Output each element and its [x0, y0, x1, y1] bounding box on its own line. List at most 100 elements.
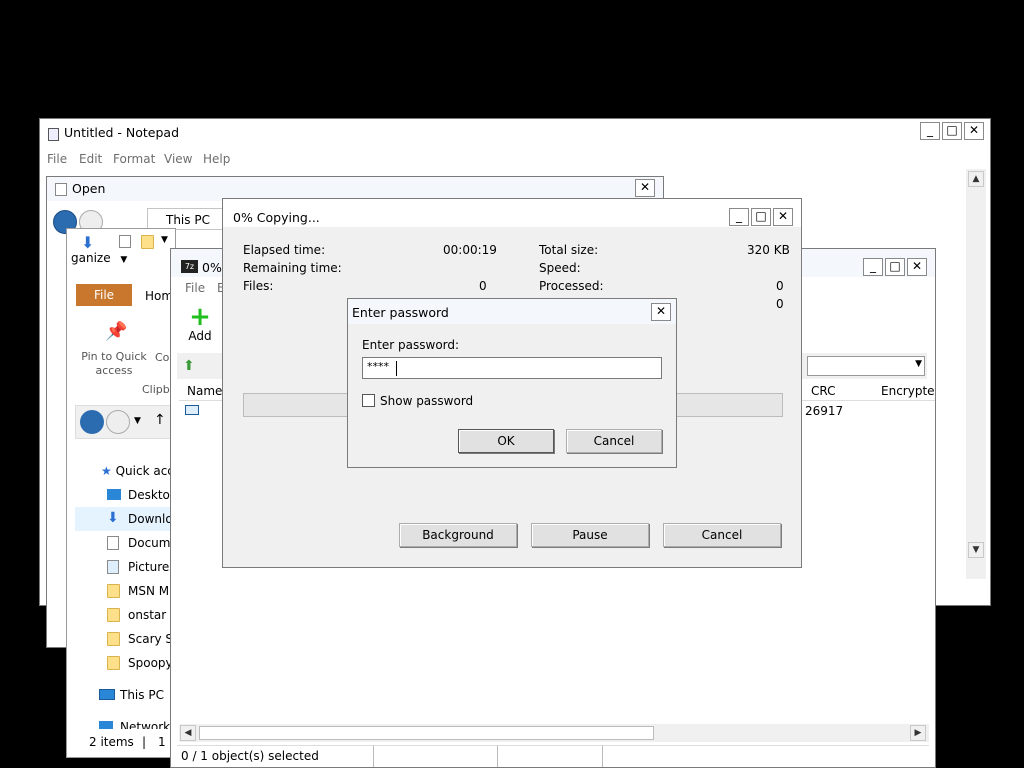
ribbon-tab-file[interactable]: File — [76, 284, 132, 306]
sevenzip-logo-icon: 7z — [181, 260, 198, 273]
elapsed-label: Elapsed time: — [243, 243, 326, 257]
nav-item-onstar[interactable]: onstar — [107, 608, 166, 622]
folder-up-icon[interactable]: ⬆ — [183, 358, 195, 374]
organize-menu[interactable]: ganize ▼ — [71, 251, 127, 265]
sevenzip-horizontal-scrollbar[interactable]: ◀ ▶ — [179, 724, 929, 742]
menu-view[interactable]: View — [164, 152, 192, 166]
copying-title: 0% Copying... — [233, 210, 320, 225]
status-selection-text: 0 / 1 object(s) selected — [181, 749, 319, 763]
column-encrypted[interactable]: Encrypte — [881, 384, 935, 398]
address-text: This PC — [166, 213, 210, 227]
scroll-left-icon[interactable]: ◀ — [180, 725, 196, 741]
scroll-up-icon[interactable]: ▲ — [968, 171, 984, 187]
copying-cancel-button[interactable]: Cancel — [663, 523, 781, 547]
scroll-thumb[interactable] — [199, 726, 654, 740]
password-titlebar: Enter password ✕ — [348, 299, 676, 324]
sevenzip-close-button[interactable]: ✕ — [907, 258, 927, 276]
status-divider: | — [142, 735, 147, 749]
total-size-value: 320 KB — [747, 243, 790, 257]
pin-label: Pin to Quick access — [81, 350, 147, 377]
total-size-label: Total size: — [539, 243, 599, 257]
nav-item-label: Downlo — [128, 512, 173, 526]
nav-item-spoopy[interactable]: Spoopy — [107, 656, 173, 670]
notepad-titlebar: Untitled - Notepad _ □ ✕ — [40, 119, 990, 147]
scroll-right-icon[interactable]: ▶ — [910, 725, 926, 741]
notepad-minimize-button[interactable]: _ — [920, 122, 940, 140]
sevenzip-maximize-button[interactable]: □ — [885, 258, 905, 276]
copying-minimize-button[interactable]: _ — [729, 208, 749, 226]
background-label: Background — [422, 528, 494, 542]
ok-label: OK — [497, 434, 515, 448]
ok-button[interactable]: OK — [458, 429, 554, 453]
open-dialog-close-button[interactable]: ✕ — [635, 179, 655, 197]
explorer-status-bar: 2 items | 1 i — [67, 729, 175, 757]
path-input[interactable]: ▼ — [807, 356, 925, 376]
nav-item-documents[interactable]: Docum — [107, 536, 170, 550]
background-button[interactable]: Background — [399, 523, 517, 547]
notepad-vertical-scrollbar[interactable]: ▲ ▼ — [966, 169, 986, 579]
file-icon — [185, 405, 199, 415]
notepad-maximize-button[interactable]: □ — [942, 122, 962, 140]
files-label: Files: — [243, 279, 274, 293]
pin-to-quick-access-button[interactable]: Pin to Quick access — [79, 350, 149, 378]
add-label: Add — [188, 329, 212, 343]
pause-button[interactable]: Pause — [531, 523, 649, 547]
nav-item-label: MSN M — [128, 584, 170, 598]
show-password-checkbox[interactable] — [362, 394, 375, 407]
menu-help[interactable]: Help — [203, 152, 230, 166]
nav-item-msn[interactable]: MSN M — [107, 584, 169, 598]
status-divider-1 — [373, 746, 374, 767]
password-input[interactable]: **** — [362, 357, 662, 379]
menu-file[interactable]: File — [47, 152, 67, 166]
sevenzip-status-bar: 0 / 1 object(s) selected — [177, 745, 929, 767]
path-dropdown-icon[interactable]: ▼ — [915, 359, 922, 369]
sevenzip-minimize-button[interactable]: _ — [863, 258, 883, 276]
nav-item-scary[interactable]: Scary Sh — [107, 632, 175, 646]
nav-up-icon[interactable]: ↑ — [154, 412, 166, 428]
organize-label: ganize — [71, 251, 111, 265]
nav-item-downloads[interactable]: ⬇ Downlo — [75, 507, 175, 531]
status-divider-2 — [497, 746, 498, 767]
pause-label: Pause — [572, 528, 608, 542]
column-crc[interactable]: CRC — [811, 384, 836, 398]
ribbon-tab-home[interactable]: Hom — [145, 289, 173, 303]
properties-icon — [119, 235, 131, 248]
nav-recent-chevron-icon[interactable]: ▼ — [134, 416, 141, 426]
folder-icon — [141, 235, 154, 249]
nav-item-pictures[interactable]: Pictures — [107, 560, 175, 574]
menu-format[interactable]: Format — [113, 152, 155, 166]
password-dialog: Enter password ✕ Enter password: **** Sh… — [347, 298, 677, 468]
nav-toolbar: ▼ ↑ — [75, 405, 173, 439]
nav-item-desktop[interactable]: Desktop — [107, 488, 175, 502]
organize-chevron-icon: ▼ — [120, 255, 128, 265]
password-close-button[interactable]: ✕ — [651, 303, 671, 321]
chevron-down-icon[interactable]: ▼ — [161, 235, 168, 245]
clipboard-group-label: Clipb — [142, 383, 170, 396]
download-icon: ⬇ — [107, 510, 119, 526]
copying-maximize-button[interactable]: □ — [751, 208, 771, 226]
add-button[interactable]: + Add — [185, 302, 215, 343]
nav-back-icon[interactable] — [80, 410, 104, 434]
copying-close-button[interactable]: ✕ — [773, 208, 793, 226]
password-cancel-label: Cancel — [593, 434, 635, 448]
remaining-label: Remaining time: — [243, 261, 342, 275]
nav-forward-icon[interactable] — [106, 410, 130, 434]
copying-cancel-label: Cancel — [701, 528, 743, 542]
menu-edit[interactable]: Edit — [79, 152, 102, 166]
notepad-close-button[interactable]: ✕ — [964, 122, 984, 140]
password-cancel-button[interactable]: Cancel — [566, 429, 662, 453]
column-name[interactable]: Name — [187, 384, 222, 398]
copy-button[interactable]: Co — [155, 351, 169, 364]
nav-item-quick-access[interactable]: ★ Quick acc — [101, 464, 174, 478]
plus-icon: + — [189, 302, 211, 332]
nav-item-label: onstar — [128, 608, 167, 622]
copying-titlebar: 0% Copying... _ □ ✕ — [223, 199, 801, 227]
processed-label: Processed: — [539, 279, 604, 293]
scroll-down-icon[interactable]: ▼ — [968, 542, 984, 558]
nav-item-this-pc[interactable]: This PC — [99, 688, 164, 702]
nav-item-label: Quick acc — [115, 464, 174, 478]
explorer-window: ⬇ ▼ ganize ▼ File Hom 📌 Pin to Quick acc… — [66, 228, 176, 758]
sevenzip-menu-file[interactable]: File — [185, 281, 205, 295]
show-password-label[interactable]: Show password — [380, 394, 473, 408]
password-value: **** — [367, 360, 389, 373]
